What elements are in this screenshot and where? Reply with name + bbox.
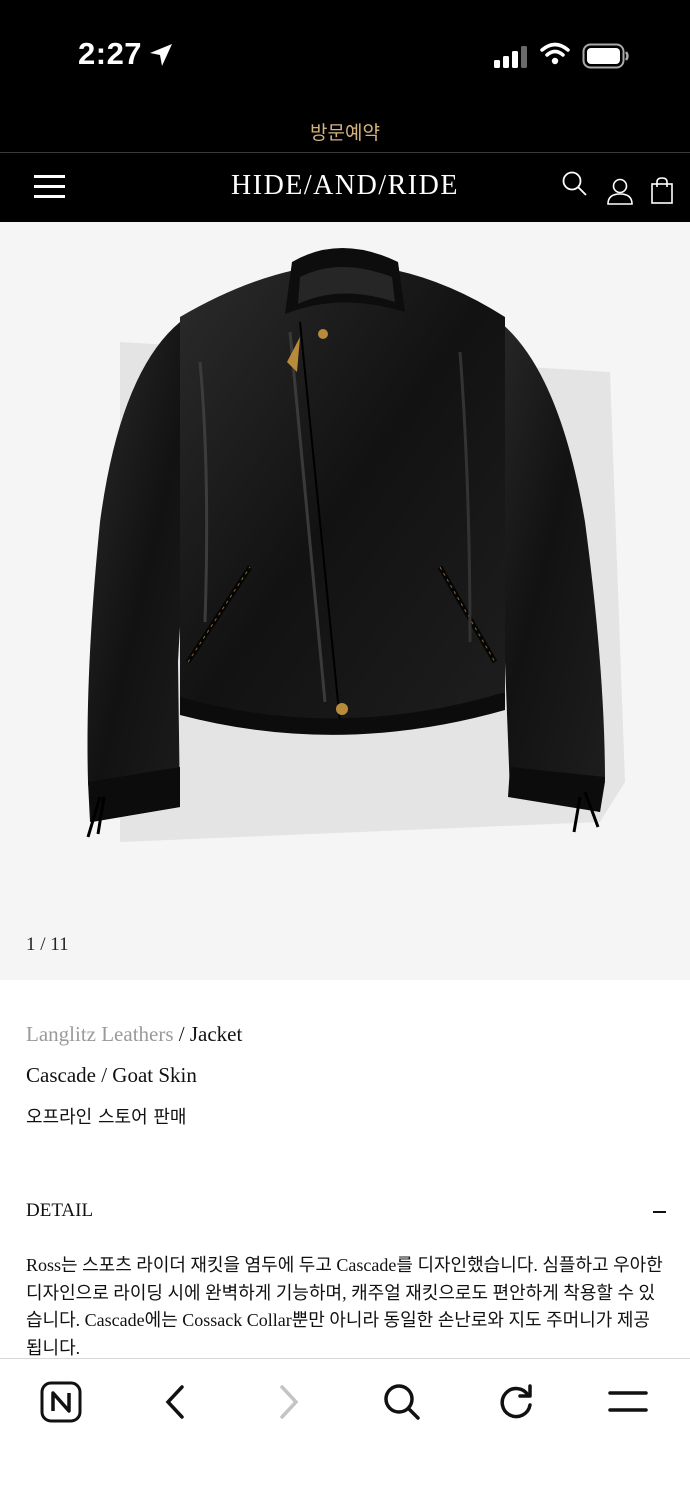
search-icon[interactable] xyxy=(561,170,589,202)
shopping-bag-icon[interactable] xyxy=(650,177,674,209)
user-icon[interactable] xyxy=(606,177,634,209)
naver-home-icon[interactable] xyxy=(40,1381,82,1427)
wifi-icon xyxy=(540,42,570,70)
breadcrumb-separator: / xyxy=(173,1022,190,1046)
availability-note: 오프라인 스토어 판매 xyxy=(26,1107,187,1128)
reload-icon[interactable] xyxy=(496,1381,536,1427)
back-icon[interactable] xyxy=(160,1381,190,1427)
product-name: Cascade / Goat Skin xyxy=(26,1063,197,1087)
brand-link[interactable]: Langlitz Leathers xyxy=(26,1022,174,1046)
product-breadcrumb: Langlitz Leathers / Jacket xyxy=(26,1022,242,1047)
image-counter: 1 / 11 xyxy=(26,934,69,955)
cellular-signal-icon xyxy=(494,46,528,72)
browser-toolbar xyxy=(0,1358,690,1500)
battery-icon xyxy=(582,43,630,73)
category-link[interactable]: Jacket xyxy=(190,1022,242,1046)
detail-title: DETAIL xyxy=(26,1200,94,1221)
location-arrow-icon xyxy=(148,42,174,72)
visit-reservation-link[interactable]: 방문예약 xyxy=(310,118,380,145)
detail-accordion-header[interactable]: DETAIL xyxy=(26,1200,666,1226)
menu-icon[interactable] xyxy=(608,1381,648,1427)
search-icon[interactable] xyxy=(382,1381,422,1427)
detail-description: Ross는 스포츠 라이더 재킷을 염두에 두고 Cascade를 디자인했습니… xyxy=(26,1255,663,1358)
product-gallery[interactable]: 1 / 11 xyxy=(0,222,690,980)
site-header: HIDE/AND/RIDE xyxy=(0,152,690,222)
status-bar: 2:27 xyxy=(0,0,690,110)
minus-icon[interactable] xyxy=(653,1211,666,1213)
reservation-bar: 방문예약 xyxy=(0,110,690,152)
product-image xyxy=(86,248,625,842)
status-time: 2:27 xyxy=(78,36,143,71)
forward-icon[interactable] xyxy=(274,1381,304,1427)
